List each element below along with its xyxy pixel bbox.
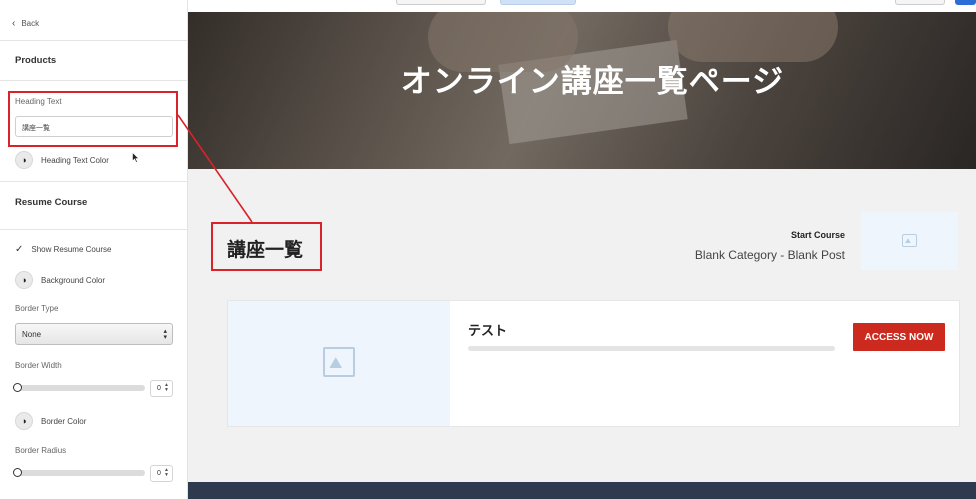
border-width-number-input[interactable]: 0 ▲ ▼ — [150, 380, 173, 397]
annotation-highlight-heading — [211, 222, 322, 271]
divider — [0, 229, 188, 230]
background-color-control[interactable]: ◑ Background Color — [15, 271, 105, 289]
divider — [0, 181, 188, 182]
border-color-control[interactable]: ◑ Border Color — [15, 412, 86, 430]
divider — [0, 80, 188, 81]
stepper-icon[interactable]: ▲ ▼ — [164, 383, 169, 393]
chevron-left-icon: ‹ — [12, 17, 16, 29]
border-radius-number-input[interactable]: 0 ▲ ▼ — [150, 465, 173, 482]
course-card: ⛰ テスト ACCESS NOW — [227, 300, 960, 427]
stepper-icon[interactable]: ▲ ▼ — [164, 468, 169, 478]
products-section-title: Products — [15, 55, 57, 66]
page-footer — [188, 482, 976, 499]
slider-handle[interactable] — [13, 468, 22, 477]
border-type-select[interactable]: None ▴ ▾ — [15, 323, 173, 345]
resume-course-thumbnail: ⛰ — [861, 212, 958, 270]
toolbar-button[interactable] — [500, 0, 576, 5]
color-picker-icon[interactable]: ◑ — [15, 271, 33, 289]
checkmark-icon: ✓ — [15, 244, 24, 255]
back-button[interactable]: ‹ Back — [0, 12, 188, 34]
toolbar-button[interactable] — [955, 0, 976, 5]
border-radius-value: 0 — [157, 470, 161, 477]
course-thumbnail: ⛰ — [228, 301, 450, 426]
border-color-label: Border Color — [41, 416, 87, 426]
show-resume-course-label: Show Resume Course — [31, 245, 112, 254]
course-progress-bar — [468, 346, 835, 351]
divider — [0, 40, 188, 41]
background-color-label: Background Color — [41, 275, 106, 285]
show-resume-course-checkbox[interactable]: ✓ Show Resume Course — [15, 244, 111, 255]
border-width-label: Border Width — [15, 361, 62, 370]
color-picker-icon[interactable]: ◑ — [15, 412, 33, 430]
border-radius-slider[interactable] — [13, 468, 145, 477]
resume-course-section-title: Resume Course — [15, 197, 88, 208]
image-placeholder-icon: ⛰ — [902, 234, 917, 247]
image-placeholder-icon: ⛰ — [323, 347, 355, 377]
border-radius-label: Border Radius — [15, 446, 67, 455]
heading-text-color-label: Heading Text Color — [41, 155, 109, 165]
resume-course-info[interactable]: Blank Category - Blank Post — [695, 248, 845, 262]
slider-handle[interactable] — [13, 383, 22, 392]
hero-title: オンライン講座一覧ページ — [400, 64, 785, 99]
cursor-icon — [132, 152, 140, 163]
border-width-value: 0 — [157, 385, 161, 392]
toolbar-button[interactable] — [895, 0, 945, 5]
back-label: Back — [21, 18, 40, 28]
annotation-highlight-sidebar — [8, 91, 178, 147]
access-now-button[interactable]: ACCESS NOW — [853, 323, 945, 351]
border-type-label: Border Type — [15, 304, 59, 313]
select-arrows-icon: ▴ ▾ — [163, 328, 167, 341]
hero-banner: オンライン講座一覧ページ — [188, 12, 976, 169]
editor-screen: ‹ Back Products Heading Text 講座一覧 ◑ Head… — [0, 0, 976, 499]
border-type-value: None — [22, 330, 42, 339]
start-course-label: Start Course — [790, 230, 845, 240]
course-title: テスト — [468, 323, 508, 338]
settings-sidebar: ‹ Back Products Heading Text 講座一覧 ◑ Head… — [0, 0, 188, 499]
toolbar-button[interactable] — [396, 0, 486, 5]
color-picker-icon[interactable]: ◑ — [15, 151, 33, 169]
border-width-slider[interactable] — [13, 383, 145, 392]
heading-text-color-control[interactable]: ◑ Heading Text Color — [15, 151, 109, 169]
